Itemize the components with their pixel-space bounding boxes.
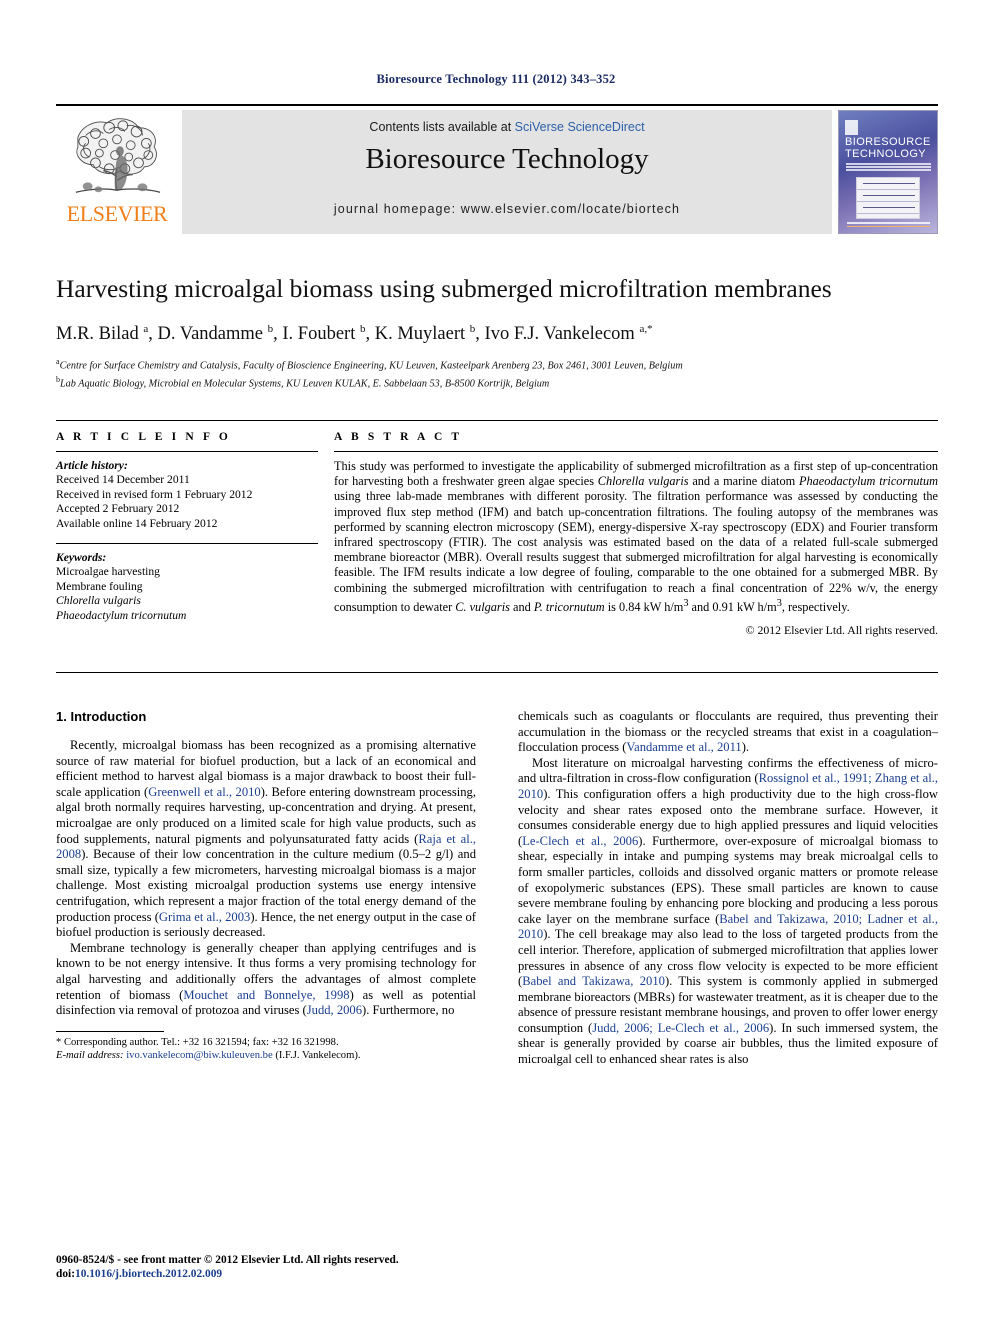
cover-title-line2: TECHNOLOGY — [845, 147, 927, 160]
abstract-text: This study was performed to investigate … — [334, 459, 938, 614]
article-info-column: A R T I C L E I N F O Article history: R… — [56, 431, 334, 638]
cover-figure-thumbnails — [856, 177, 920, 219]
elsevier-logo: ELSEVIER — [56, 110, 178, 234]
body-column-left: 1. Introduction Recently, microalgal bio… — [56, 709, 476, 1068]
abstract-copyright: © 2012 Elsevier Ltd. All rights reserved… — [745, 623, 938, 638]
elsevier-wordmark: ELSEVIER — [66, 201, 168, 226]
article-history-label: Article history: — [56, 459, 128, 472]
affiliation-b: bLab Aquatic Biology, Microbial en Molec… — [56, 374, 550, 389]
history-item: Received 14 December 2011 — [56, 473, 190, 487]
article-info-heading: A R T I C L E I N F O — [56, 431, 231, 443]
imprint-block: 0960-8524/$ - see front matter © 2012 El… — [56, 1253, 486, 1281]
corresponding-author-footnote: * Corresponding author. Tel.: +32 16 321… — [56, 1036, 476, 1063]
footnote-separator — [56, 1030, 164, 1032]
article-info-rule — [56, 451, 318, 452]
cover-title: BIORESOURCE TECHNOLOGY — [845, 136, 932, 160]
affiliation-a: aCentre for Surface Chemistry and Cataly… — [56, 357, 683, 372]
body-column-right: chemicals such as coagulants or floccula… — [518, 709, 938, 1068]
affiliation-a-text: Centre for Surface Chemistry and Catalys… — [59, 360, 683, 372]
abstract-heading: A B S T R A C T — [334, 431, 463, 443]
keyword-item: Microalgae harvesting — [56, 565, 160, 579]
contents-prefix: Contents lists available at — [369, 120, 515, 134]
page-title: Harvesting microalgal biomass using subm… — [56, 274, 832, 303]
cover-title-line1: BIORESOURCE — [845, 136, 931, 148]
history-item: Accepted 2 February 2012 — [56, 502, 180, 516]
journal-homepage[interactable]: journal homepage: www.elsevier.com/locat… — [182, 202, 832, 216]
sciencedirect-link[interactable]: SciVerse ScienceDirect — [515, 120, 645, 134]
body-paragraph: Most literature on microalgal harvesting… — [518, 755, 938, 1067]
doi-value[interactable]: 10.1016/j.biortech.2012.02.009 — [75, 1268, 222, 1280]
journal-cover-thumbnail: BIORESOURCE TECHNOLOGY — [838, 110, 938, 234]
keywords-block: Keywords: Microalgae harvesting Membrane… — [56, 543, 318, 623]
journal-masthead: ELSEVIER Contents lists available at Sci… — [56, 104, 938, 234]
keywords-label: Keywords: — [56, 551, 107, 565]
keywords-rule — [56, 543, 318, 545]
elsevier-tree-icon — [75, 118, 161, 193]
title-block: Harvesting microalgal biomass using subm… — [56, 274, 938, 390]
body-paragraph: chemicals such as coagulants or floccula… — [518, 709, 938, 755]
article-history: Article history: Received 14 December 20… — [56, 459, 318, 531]
journal-title: Bioresource Technology — [365, 143, 649, 175]
corresponding-email-line: E-mail address: ivo.vankelecom@biw.kuleu… — [56, 1050, 361, 1062]
issn-line: 0960-8524/$ - see front matter © 2012 El… — [56, 1254, 399, 1266]
keyword-item: Membrane fouling — [56, 579, 143, 593]
body-region: 1. Introduction Recently, microalgal bio… — [56, 672, 938, 1068]
running-head: Bioresource Technology 111 (2012) 343–35… — [376, 72, 616, 86]
paper-page: Bioresource Technology 111 (2012) 343–35… — [0, 0, 992, 1323]
journal-banner: Contents lists available at SciVerse Sci… — [182, 110, 832, 234]
contents-line: Contents lists available at SciVerse Sci… — [182, 120, 832, 134]
body-paragraph: Membrane technology is generally cheaper… — [56, 940, 476, 1018]
history-item: Received in revised form 1 February 2012 — [56, 487, 253, 501]
doi-label: doi: — [56, 1268, 75, 1280]
author-list: M.R. Bilad a, D. Vandamme b, I. Foubert … — [56, 323, 653, 345]
body-paragraph: Recently, microalgal biomass has been re… — [56, 738, 476, 940]
history-item: Available online 14 February 2012 — [56, 516, 218, 530]
abstract-column: A B S T R A C T This study was performed… — [334, 431, 938, 638]
affiliation-b-text: Lab Aquatic Biology, Microbial en Molecu… — [60, 377, 550, 389]
cover-footer-lines — [847, 222, 930, 229]
cover-publisher-mark — [845, 120, 858, 135]
keyword-item: Phaeodactylum tricornutum — [56, 608, 187, 622]
section-heading-introduction: 1. Introduction — [56, 709, 147, 724]
keyword-item: Chlorella vulgaris — [56, 594, 141, 608]
abstract-rule — [334, 451, 938, 452]
corresponding-author-line: * Corresponding author. Tel.: +32 16 321… — [56, 1036, 339, 1048]
cover-subtitle-lines — [846, 163, 931, 174]
doi-line: doi:10.1016/j.biortech.2012.02.009 — [56, 1267, 486, 1281]
info-abstract-row: A R T I C L E I N F O Article history: R… — [56, 420, 938, 638]
